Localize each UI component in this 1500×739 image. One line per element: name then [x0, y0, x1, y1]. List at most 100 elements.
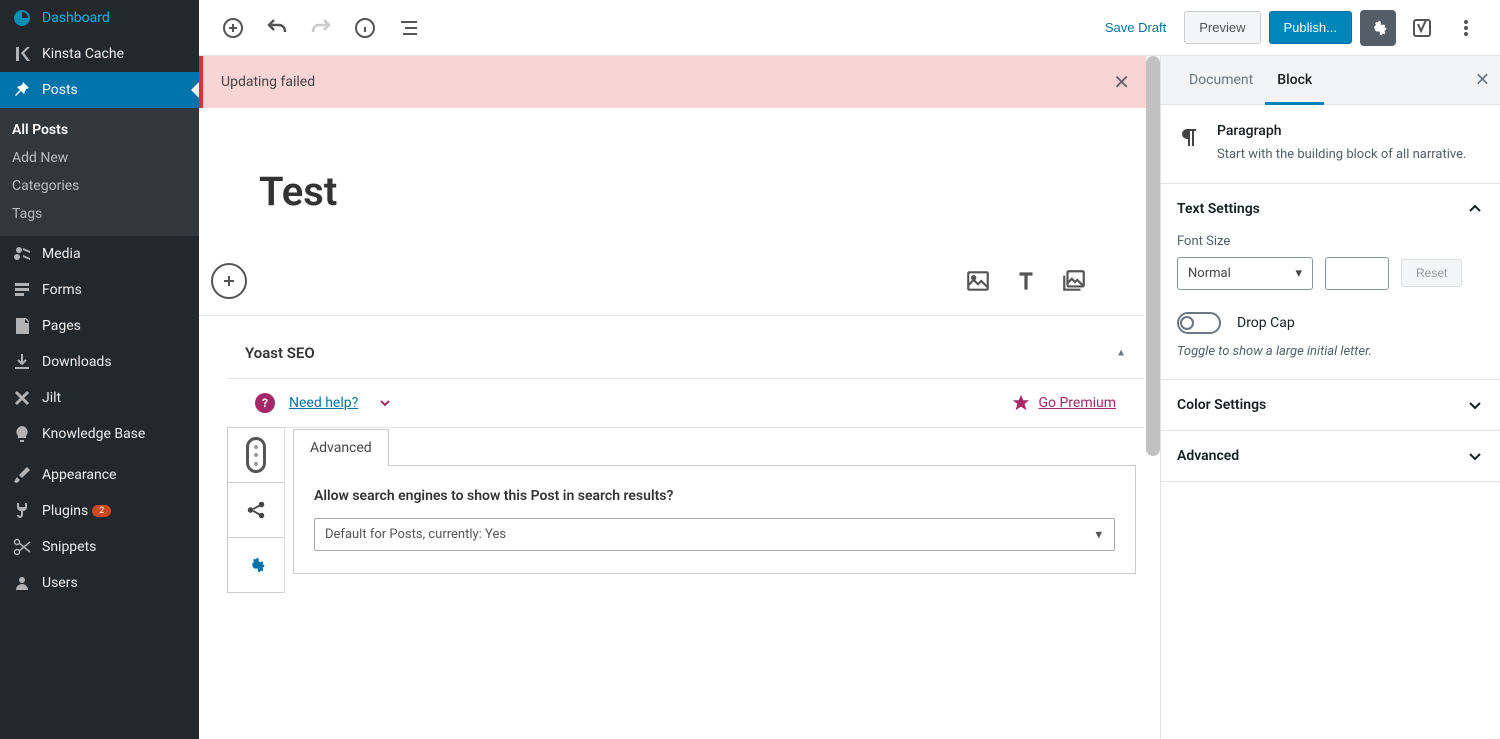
help-icon: ? [255, 393, 275, 413]
admin-sidebar: Dashboard Kinsta Cache Posts All Posts A… [0, 0, 199, 739]
sidebar-item-pages[interactable]: Pages [0, 308, 199, 344]
panel-close-button[interactable]: ✕ [1475, 70, 1490, 91]
sidebar-item-snippets[interactable]: Snippets [0, 529, 199, 565]
info-button[interactable] [347, 10, 383, 46]
jilt-icon [12, 388, 32, 408]
need-help-link[interactable]: Need help? [289, 395, 358, 411]
sidebar-sub-tags[interactable]: Tags [0, 200, 199, 228]
main-area: Save Draft Preview Publish... Updating f… [199, 0, 1500, 739]
image-block-icon[interactable] [964, 267, 992, 295]
chevron-down-icon [378, 396, 392, 410]
sidebar-label-appearance: Appearance [42, 467, 116, 483]
chevron-up-icon [1466, 200, 1484, 218]
save-draft-button[interactable]: Save Draft [1095, 12, 1176, 43]
section-advanced[interactable]: Advanced [1161, 431, 1500, 481]
sidebar-label-media: Media [42, 246, 81, 262]
sidebar-label-dashboard: Dashboard [42, 10, 110, 26]
drop-cap-help: Toggle to show a large initial letter. [1177, 344, 1484, 359]
yoast-title: Yoast SEO [245, 344, 315, 362]
sidebar-label-forms: Forms [42, 282, 82, 298]
add-block-button[interactable] [215, 10, 251, 46]
sidebar-label-kinsta: Kinsta Cache [42, 46, 124, 62]
sidebar-posts-submenu: All Posts Add New Categories Tags [0, 108, 199, 236]
sidebar-sub-categories[interactable]: Categories [0, 172, 199, 200]
sidebar-label-kb: Knowledge Base [42, 426, 145, 442]
sidebar-item-plugins[interactable]: Plugins 2 [0, 493, 199, 529]
post-title-input[interactable]: Test [259, 168, 1100, 215]
yoast-tab-advanced[interactable] [227, 537, 284, 593]
sidebar-item-users[interactable]: Users [0, 565, 199, 601]
redo-button[interactable] [303, 10, 339, 46]
sidebar-item-kinsta[interactable]: Kinsta Cache [0, 36, 199, 72]
font-reset-button[interactable]: Reset [1401, 259, 1462, 287]
go-premium-link[interactable]: Go Premium [1038, 395, 1116, 411]
sidebar-sub-allposts[interactable]: All Posts [0, 116, 199, 144]
yoast-search-select[interactable]: Default for Posts, currently: Yes [314, 518, 1115, 551]
section-color-settings[interactable]: Color Settings [1161, 380, 1500, 430]
plug-icon [12, 501, 32, 521]
forms-icon [12, 280, 32, 300]
dashboard-icon [12, 8, 32, 28]
more-menu-button[interactable] [1448, 10, 1484, 46]
settings-panel: Document Block ✕ Paragraph Start with th… [1160, 56, 1500, 739]
pages-icon [12, 316, 32, 336]
sidebar-label-posts: Posts [42, 82, 78, 98]
chevron-down-icon [1466, 396, 1484, 414]
paragraph-icon [1177, 125, 1201, 149]
plugins-badge: 2 [92, 505, 111, 517]
star-icon [1012, 394, 1030, 412]
download-icon [12, 352, 32, 372]
yoast-tab-readability[interactable] [227, 427, 284, 483]
editor-topbar: Save Draft Preview Publish... [199, 0, 1500, 56]
notice-close-button[interactable]: ✕ [1113, 70, 1130, 94]
sidebar-label-pages: Pages [42, 318, 81, 334]
font-size-label: Font Size [1177, 234, 1484, 249]
error-notice: Updating failed ✕ [199, 56, 1146, 108]
sidebar-label-downloads: Downloads [42, 354, 112, 370]
chevron-down-icon [1466, 447, 1484, 465]
sidebar-item-downloads[interactable]: Downloads [0, 344, 199, 380]
sidebar-item-dashboard[interactable]: Dashboard [0, 0, 199, 36]
collapse-icon: ▲ [1116, 348, 1126, 359]
scrollbar[interactable] [1146, 56, 1160, 456]
insert-block-button[interactable] [211, 263, 247, 299]
sidebar-label-plugins: Plugins [42, 503, 88, 519]
section-text-settings[interactable]: Text Settings [1161, 184, 1500, 234]
media-icon [12, 244, 32, 264]
sidebar-label-users: Users [42, 575, 78, 591]
sidebar-item-posts[interactable]: Posts [0, 72, 199, 108]
yoast-subtab-advanced[interactable]: Advanced [293, 429, 389, 466]
sidebar-item-appearance[interactable]: Appearance [0, 457, 199, 493]
yoast-header[interactable]: Yoast SEO ▲ [227, 328, 1144, 379]
yoast-question-label: Allow search engines to show this Post i… [314, 488, 1115, 504]
yoast-metabox: Yoast SEO ▲ ? Need help? Go Premium [227, 328, 1144, 593]
drop-cap-label: Drop Cap [1237, 315, 1295, 331]
block-type-desc: Start with the building block of all nar… [1217, 145, 1466, 165]
preview-button[interactable]: Preview [1184, 11, 1260, 44]
block-type-title: Paragraph [1217, 123, 1466, 139]
sidebar-item-jilt[interactable]: Jilt [0, 380, 199, 416]
drop-cap-toggle[interactable] [1177, 312, 1221, 334]
brush-icon [12, 465, 32, 485]
sidebar-item-forms[interactable]: Forms [0, 272, 199, 308]
lightbulb-icon [12, 424, 32, 444]
outline-button[interactable] [391, 10, 427, 46]
yoast-button[interactable] [1404, 10, 1440, 46]
settings-toggle-button[interactable] [1360, 10, 1396, 46]
publish-button[interactable]: Publish... [1269, 11, 1352, 44]
scissors-icon [12, 537, 32, 557]
heading-block-icon[interactable] [1012, 267, 1040, 295]
yoast-tab-social[interactable] [227, 482, 284, 538]
sidebar-item-media[interactable]: Media [0, 236, 199, 272]
notice-text: Updating failed [221, 74, 315, 90]
font-size-select[interactable]: Normal [1177, 257, 1313, 290]
undo-button[interactable] [259, 10, 295, 46]
gallery-block-icon[interactable] [1060, 267, 1088, 295]
sidebar-sub-addnew[interactable]: Add New [0, 144, 199, 172]
tab-document[interactable]: Document [1177, 56, 1265, 104]
sidebar-item-kb[interactable]: Knowledge Base [0, 416, 199, 452]
pin-icon [12, 80, 32, 100]
tab-block[interactable]: Block [1265, 56, 1324, 104]
font-size-input[interactable] [1325, 257, 1389, 290]
editor-canvas: Updating failed ✕ Test Yoast S [199, 56, 1160, 739]
